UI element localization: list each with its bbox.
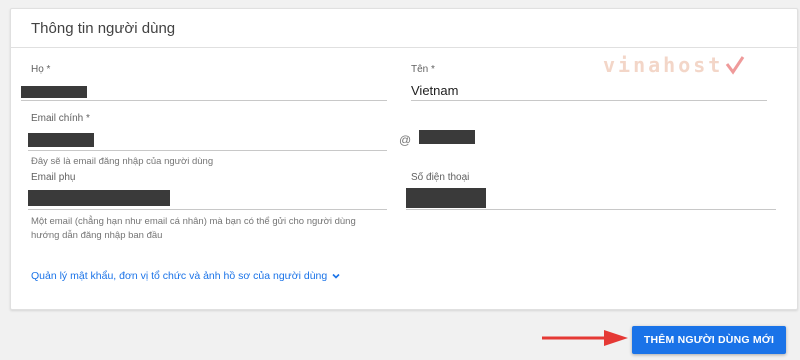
vinahost-logo: vinahost <box>603 53 745 77</box>
add-new-user-button[interactable]: THÊM NGƯỜI DÙNG MỚI <box>632 326 786 354</box>
manage-password-link-text: Quản lý mật khẩu, đơn vị tổ chức và ảnh … <box>31 270 328 282</box>
secondary-email-helper-line2: hướng dẫn đăng nhập ban đầu <box>31 230 163 241</box>
last-name-label: Họ * <box>31 64 51 75</box>
phone-input[interactable] <box>406 209 776 210</box>
email-domain-redacted[interactable] <box>419 130 475 144</box>
primary-email-value-redacted <box>28 133 94 147</box>
last-name-value-redacted <box>21 86 87 98</box>
primary-email-label: Email chính * <box>31 113 90 124</box>
secondary-email-helper-line1: Một email (chẳng hạn như email cá nhân) … <box>31 216 356 227</box>
last-name-input[interactable] <box>21 100 387 101</box>
primary-email-helper: Đây sẽ là email đăng nhập của người dùng <box>31 156 214 167</box>
first-name-input[interactable] <box>411 100 767 101</box>
chevron-down-icon <box>332 273 340 279</box>
secondary-email-value-redacted <box>28 190 170 206</box>
secondary-email-input[interactable] <box>28 209 387 210</box>
manage-password-link[interactable]: Quản lý mật khẩu, đơn vị tổ chức và ảnh … <box>31 270 341 282</box>
first-name-label: Tên * <box>411 64 435 75</box>
checkmark-icon <box>726 56 745 75</box>
secondary-email-helper: Một email (chẳng hạn như email cá nhân) … <box>31 215 356 243</box>
phone-label: Số điện thoại <box>411 172 470 183</box>
primary-email-input[interactable] <box>28 150 387 151</box>
secondary-email-label: Email phụ <box>31 172 76 183</box>
phone-value-redacted <box>406 188 486 208</box>
at-sign: @ <box>399 133 412 147</box>
vinahost-logo-text: vinahost <box>603 53 724 77</box>
card-title: Thông tin người dùng <box>11 9 797 48</box>
red-arrow-icon <box>542 330 628 346</box>
first-name-value: Vietnam <box>411 83 459 98</box>
user-info-card: Thông tin người dùng Họ * Tên * Vietnam … <box>10 8 798 310</box>
